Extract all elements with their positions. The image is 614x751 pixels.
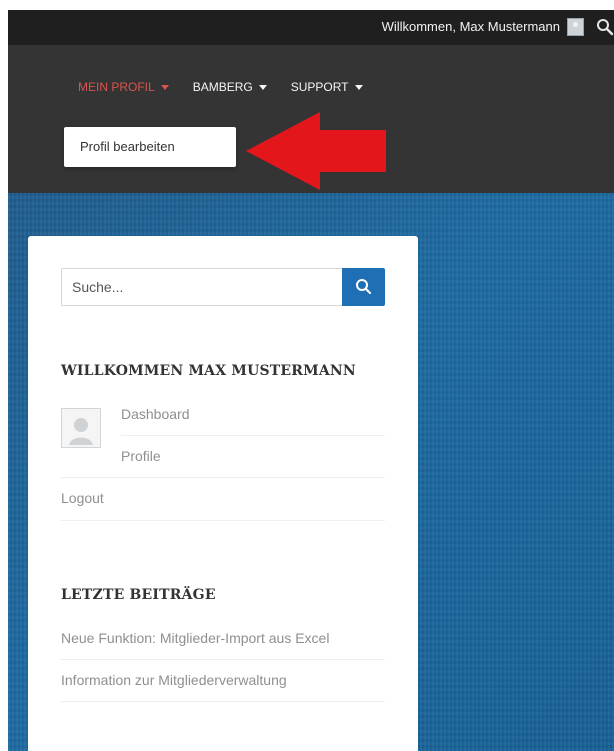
divider — [121, 435, 385, 436]
profile-dropdown-menu: Profil bearbeiten — [64, 127, 236, 167]
caret-down-icon — [258, 84, 267, 90]
user-avatar-icon — [69, 418, 93, 445]
divider — [61, 520, 385, 521]
divider — [61, 701, 385, 702]
welcome-user-link[interactable]: Willkommen, Max Mustermann — [382, 19, 560, 34]
nav-item-mein-profil[interactable]: MEIN PROFIL — [78, 80, 169, 94]
search-icon[interactable] — [596, 18, 614, 36]
nav-item-bamberg[interactable]: BAMBERG — [193, 80, 267, 94]
caret-down-icon — [354, 84, 363, 90]
search-form — [61, 268, 385, 306]
search-input[interactable] — [61, 268, 342, 306]
user-avatar-icon[interactable] — [567, 18, 584, 36]
link-dashboard[interactable]: Dashboard — [121, 406, 190, 422]
page-frame: Willkommen, Max Mustermann MEIN PROFIL B… — [8, 10, 614, 751]
annotation-arrow-icon — [246, 112, 386, 190]
widget-title-welcome: WILLKOMMEN MAX MUSTERMANN — [61, 363, 356, 379]
search-button[interactable] — [342, 268, 385, 306]
link-profile[interactable]: Profile — [121, 448, 161, 464]
nav-item-label: MEIN PROFIL — [78, 80, 155, 94]
sidebar-panel: WILLKOMMEN MAX MUSTERMANN Dashboard Prof… — [28, 236, 418, 751]
nav-item-support[interactable]: SUPPORT — [291, 80, 363, 94]
search-icon — [356, 279, 372, 295]
main-navigation: MEIN PROFIL BAMBERG SUPPORT Profil bearb… — [8, 45, 614, 193]
nav-item-label: BAMBERG — [192, 80, 253, 94]
link-logout[interactable]: Logout — [61, 490, 104, 506]
user-avatar — [61, 408, 101, 448]
divider — [61, 659, 385, 660]
caret-down-icon — [160, 84, 169, 90]
dropdown-item-profil-bearbeiten[interactable]: Profil bearbeiten — [80, 139, 175, 154]
nav-item-label: SUPPORT — [290, 80, 349, 94]
menu: MEIN PROFIL BAMBERG SUPPORT — [78, 80, 387, 94]
post-link[interactable]: Neue Funktion: Mitglieder-Import aus Exc… — [61, 630, 329, 646]
top-bar: Willkommen, Max Mustermann — [8, 10, 614, 45]
post-link[interactable]: Information zur Mitgliederverwaltung — [61, 672, 287, 688]
divider — [61, 477, 385, 478]
widget-title-recent-posts: LETZTE BEITRÄGE — [61, 587, 216, 603]
